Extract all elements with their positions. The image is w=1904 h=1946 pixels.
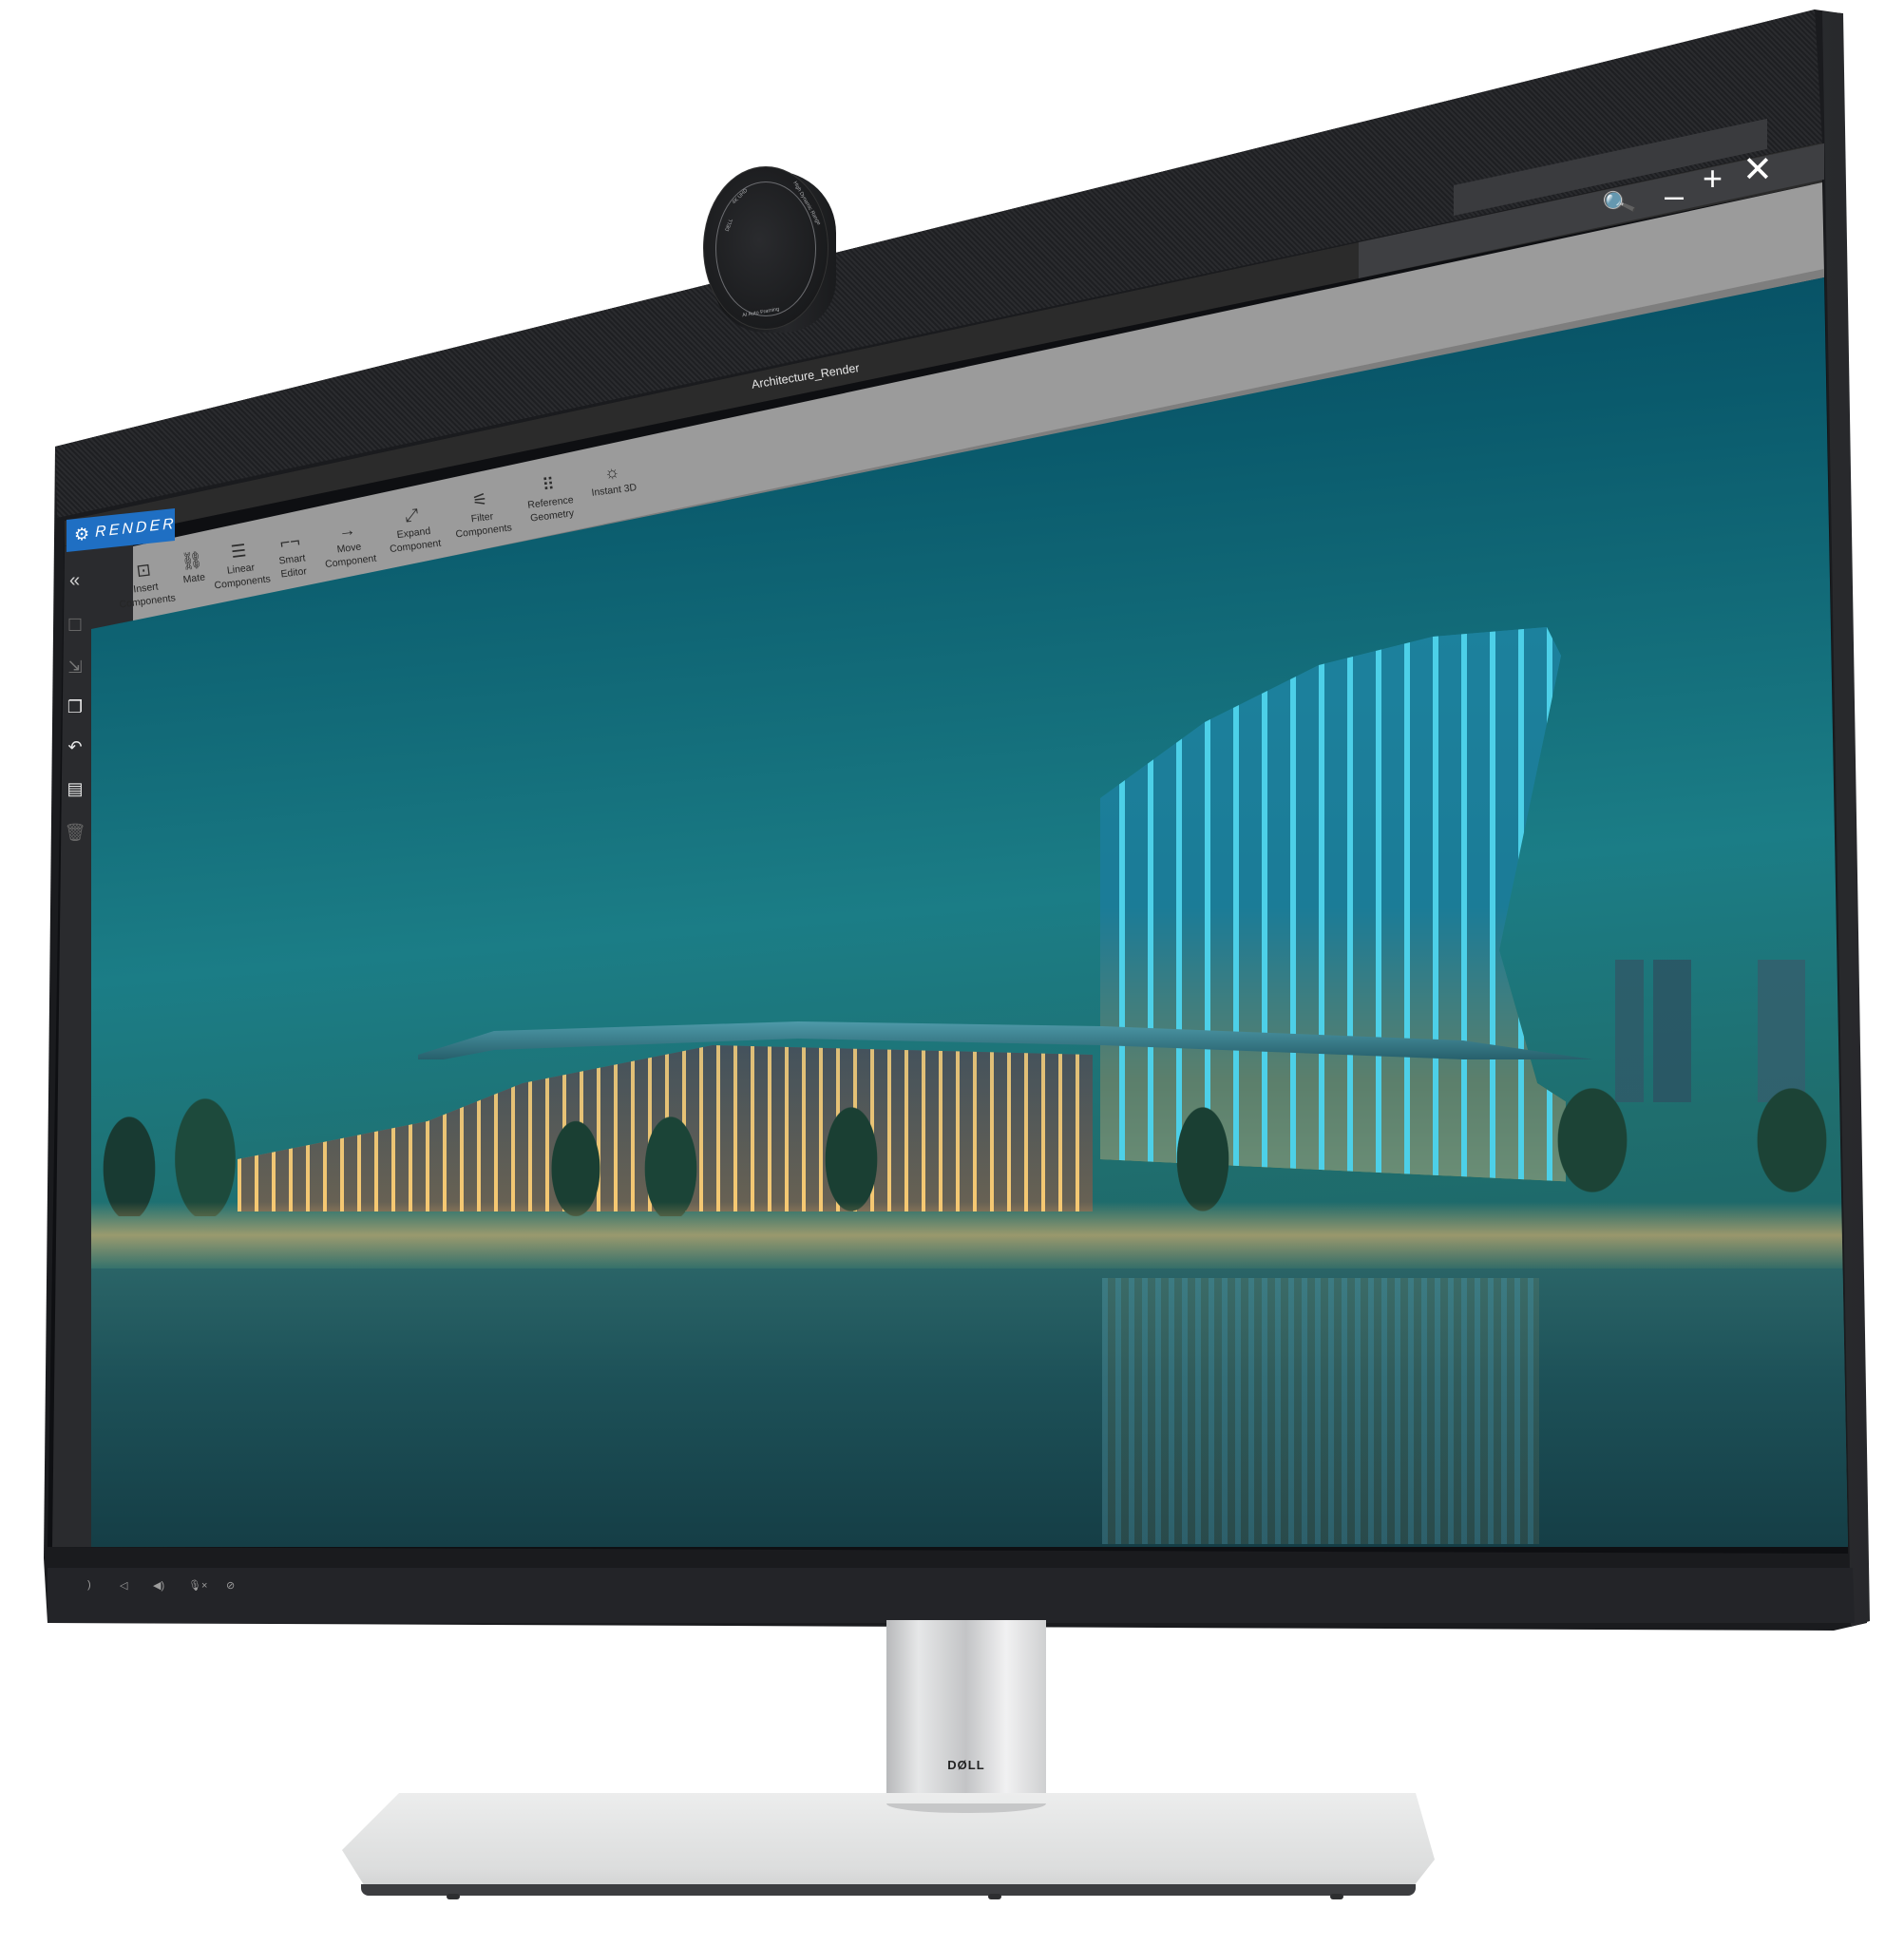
tool-label: Editor (279, 565, 308, 581)
stand-foot (988, 1894, 1001, 1899)
maximize-button[interactable]: + (1703, 162, 1723, 196)
street-light-trails (91, 1202, 1848, 1269)
trash-icon[interactable]: 🗑 (63, 823, 87, 843)
square-icon[interactable]: ☐ (63, 616, 87, 636)
power-icon[interactable]: ) (87, 1579, 91, 1591)
app-name: RENDER (95, 515, 177, 541)
mic-mute-icon[interactable]: 🎙× (188, 1579, 207, 1592)
dell-logo: DØLL (947, 1758, 985, 1772)
skyline (1615, 960, 1834, 1102)
windows-icon[interactable]: ❐ (63, 697, 87, 717)
tool-label: Move (336, 541, 362, 556)
minimize-button[interactable]: – (1665, 179, 1684, 213)
stand-base-edge (361, 1884, 1416, 1896)
undo-icon[interactable]: ↶ (63, 737, 87, 757)
webcam: DELL 4K UHD High Dynamic Range AI Auto F… (703, 166, 836, 337)
collapse-sidebar-icon[interactable]: « (69, 570, 80, 592)
document-icon[interactable]: ▤ (63, 779, 87, 799)
camera-off-icon[interactable]: ⊘ (226, 1579, 235, 1592)
tool-label: Smart (277, 552, 307, 567)
close-button[interactable]: ✕ (1742, 152, 1773, 188)
water-reflection (1102, 1278, 1539, 1544)
webcam-ring (715, 181, 816, 316)
stand-foot (447, 1894, 460, 1899)
stand-foot (1330, 1894, 1343, 1899)
water (91, 1269, 1848, 1547)
volume-up-icon[interactable]: ◀) (153, 1579, 164, 1592)
tool-label: Filter (470, 510, 494, 525)
stand-base (342, 1793, 1435, 1896)
webcam-lens: DELL 4K UHD High Dynamic Range AI Auto F… (703, 166, 828, 330)
volume-down-icon[interactable]: ◁ (120, 1579, 127, 1592)
export-icon[interactable]: ⇲ (63, 658, 87, 677)
stand-neck (886, 1620, 1046, 1810)
gear-icon: ⚙ (74, 523, 90, 544)
trees (91, 1083, 1848, 1216)
